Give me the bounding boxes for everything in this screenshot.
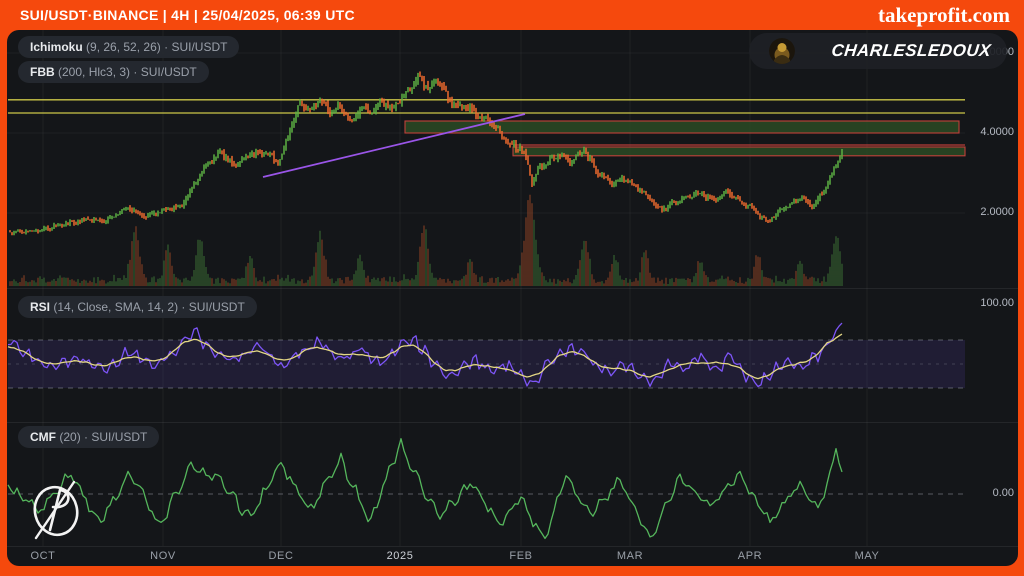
time-axis-label[interactable]: DEC [268, 550, 293, 562]
watermark-username: CHARLESLEDOUX [794, 41, 1008, 61]
chart-stage: 6.00004.00002.0000100.000.00OCTNOVDEC202… [7, 30, 1018, 566]
time-axis-label[interactable]: NOV [150, 550, 176, 562]
indicator-label-cmf[interactable]: CMF (20) · SUI/USDT [18, 426, 159, 448]
takeprofit-logo-icon [23, 474, 89, 555]
indicator-name: RSI [30, 300, 50, 314]
indicator-label-ichimoku[interactable]: Ichimoku (9, 26, 52, 26) · SUI/USDT [18, 36, 239, 58]
indicator-params: (9, 26, 52, 26) [86, 40, 161, 54]
indicator-params: (200, Hlc3, 3) [58, 65, 130, 79]
indicator-params: (14, Close, SMA, 14, 2) [53, 300, 178, 314]
indicator-label-fbb[interactable]: FBB (200, Hlc3, 3) · SUI/USDT [18, 61, 209, 83]
indicator-label-rsi[interactable]: RSI (14, Close, SMA, 14, 2) · SUI/USDT [18, 296, 257, 318]
cmf-scale-label: 0.00 [954, 487, 1014, 499]
trader-avatar [769, 38, 795, 64]
price-scale-label: 2.0000 [954, 206, 1014, 218]
brand-logo-text[interactable]: takeprofit.com [878, 0, 1010, 30]
price-scale-label: 4.0000 [954, 126, 1014, 138]
chart-title: SUI/USDT·BINANCE | 4H | 25/04/2025, 06:3… [20, 0, 355, 30]
rsi-scale-label: 100.00 [954, 297, 1014, 309]
header-bar: SUI/USDT·BINANCE | 4H | 25/04/2025, 06:3… [0, 0, 1024, 30]
time-axis-label[interactable]: FEB [509, 550, 532, 562]
indicator-symbol: SUI/USDT [189, 300, 245, 314]
watermark-badge: CHARLESLEDOUX [749, 33, 1007, 69]
chart-panel: 6.00004.00002.0000100.000.00OCTNOVDEC202… [7, 30, 1018, 566]
indicator-name: FBB [30, 65, 55, 79]
indicator-params: (20) [59, 430, 80, 444]
indicator-symbol: SUI/USDT [141, 65, 197, 79]
indicator-symbol: SUI/USDT [171, 40, 227, 54]
time-axis-label[interactable]: MAR [617, 550, 643, 562]
indicator-name: CMF [30, 430, 56, 444]
indicator-name: Ichimoku [30, 40, 83, 54]
time-axis-label[interactable]: MAY [855, 550, 880, 562]
indicator-symbol: SUI/USDT [91, 430, 147, 444]
time-axis-label[interactable]: 2025 [387, 550, 414, 562]
time-axis-label[interactable]: APR [738, 550, 762, 562]
